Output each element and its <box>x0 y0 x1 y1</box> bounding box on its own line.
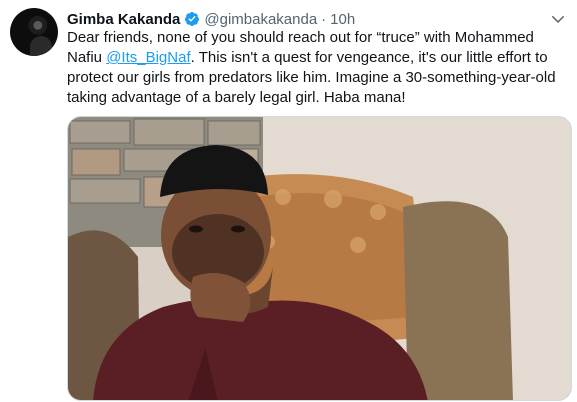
tweet[interactable]: Gimba Kakanda @gimbakakanda · 10h Dear f… <box>0 0 577 402</box>
tweet-photo[interactable] <box>67 116 572 401</box>
verified-badge-icon <box>185 12 200 26</box>
timestamp[interactable]: 10h <box>330 11 355 28</box>
chevron-down-icon[interactable] <box>549 10 567 28</box>
avatar[interactable] <box>10 8 58 56</box>
mention-link[interactable]: @Its_BigNaf <box>106 49 190 66</box>
tweet-header: Gimba Kakanda @gimbakakanda · 10h <box>67 9 355 29</box>
tweet-text: Dear friends, none of you should reach o… <box>67 28 567 108</box>
photo-image <box>68 117 571 400</box>
separator-dot: · <box>321 10 327 28</box>
user-handle[interactable]: @gimbakakanda <box>204 11 317 28</box>
display-name[interactable]: Gimba Kakanda <box>67 11 180 28</box>
